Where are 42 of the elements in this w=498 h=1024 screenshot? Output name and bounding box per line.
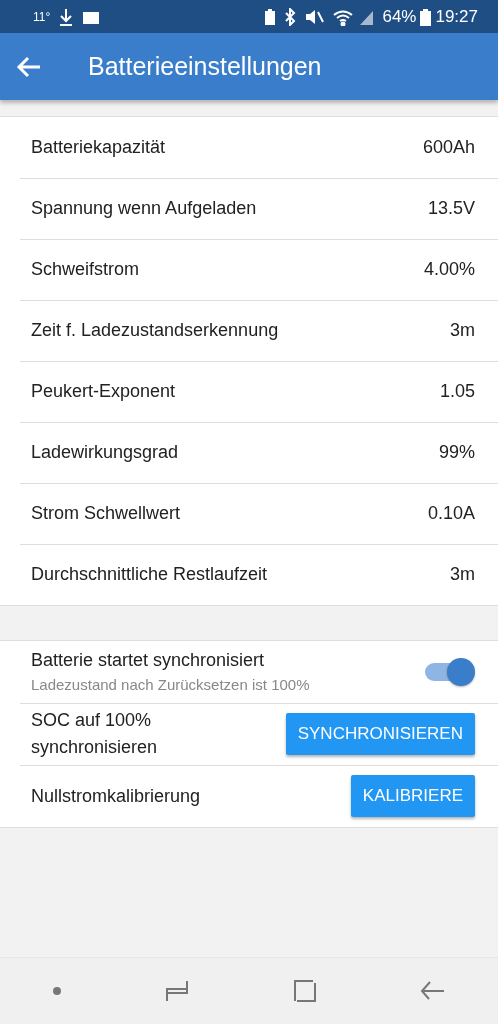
- setting-value: 600Ah: [422, 136, 475, 159]
- setting-row[interactable]: Durchschnittliche Restlaufzeit 3m: [0, 544, 498, 605]
- setting-label: Nullstromkalibrierung: [31, 784, 201, 808]
- recent-apps-icon[interactable]: [165, 979, 190, 1003]
- setting-value: 4.00%: [423, 258, 475, 281]
- setting-label: Schweifstrom: [31, 258, 140, 281]
- setting-row[interactable]: Strom Schwellwert 0.10A: [0, 483, 498, 544]
- setting-row[interactable]: Spannung wenn Aufgeladen 13.5V: [0, 178, 498, 239]
- setting-label: Batterie startet synchronisiert: [31, 649, 266, 673]
- setting-label: SOC auf 100% synchronisieren: [31, 709, 159, 759]
- setting-label: Peukert-Exponent: [31, 380, 176, 403]
- setting-value: 13.5V: [427, 197, 475, 220]
- setting-row[interactable]: Schweifstrom 4.00%: [0, 239, 498, 300]
- setting-value: 3m: [450, 319, 475, 342]
- dot-icon[interactable]: [51, 986, 62, 996]
- battery-saver-icon: [264, 7, 277, 26]
- bluetooth-icon: [284, 7, 297, 26]
- battery-icon: [420, 7, 432, 26]
- back-arrow-icon[interactable]: [16, 54, 42, 79]
- mute-icon: [304, 7, 325, 26]
- screen-title: Batterieeinstellungen: [88, 50, 322, 82]
- setting-row[interactable]: Zeit f. Ladezustandserkennung 3m: [0, 300, 498, 361]
- temperature-text: 11°: [33, 8, 51, 26]
- setting-row[interactable]: Peukert-Exponent 1.05: [0, 361, 498, 422]
- time-text: 19:27: [435, 5, 478, 28]
- download-icon: [58, 7, 75, 26]
- toggle-switch[interactable]: [423, 658, 475, 686]
- setting-row[interactable]: Ladewirkungsgrad 99%: [0, 422, 498, 483]
- setting-label: Spannung wenn Aufgeladen: [31, 197, 257, 220]
- setting-value: 0.10A: [427, 502, 475, 525]
- battery-percent-text: 64%: [382, 5, 417, 28]
- setting-value: 99%: [438, 441, 475, 464]
- setting-value: 1.05: [439, 380, 475, 403]
- home-icon[interactable]: [292, 979, 317, 1003]
- setting-row[interactable]: Batteriekapazität 600Ah: [0, 117, 498, 178]
- setting-label: Strom Schwellwert: [31, 502, 181, 525]
- setting-description: Ladezustand nach Zurücksetzen ist 100%: [31, 675, 310, 696]
- setting-label: Zeit f. Ladezustandserkennung: [31, 319, 279, 342]
- setting-label: Ladewirkungsgrad: [31, 441, 179, 464]
- setting-value: 3m: [450, 563, 475, 586]
- setting-label: Durchschnittliche Restlaufzeit: [31, 563, 268, 586]
- setting-label: Batteriekapazität: [31, 136, 166, 159]
